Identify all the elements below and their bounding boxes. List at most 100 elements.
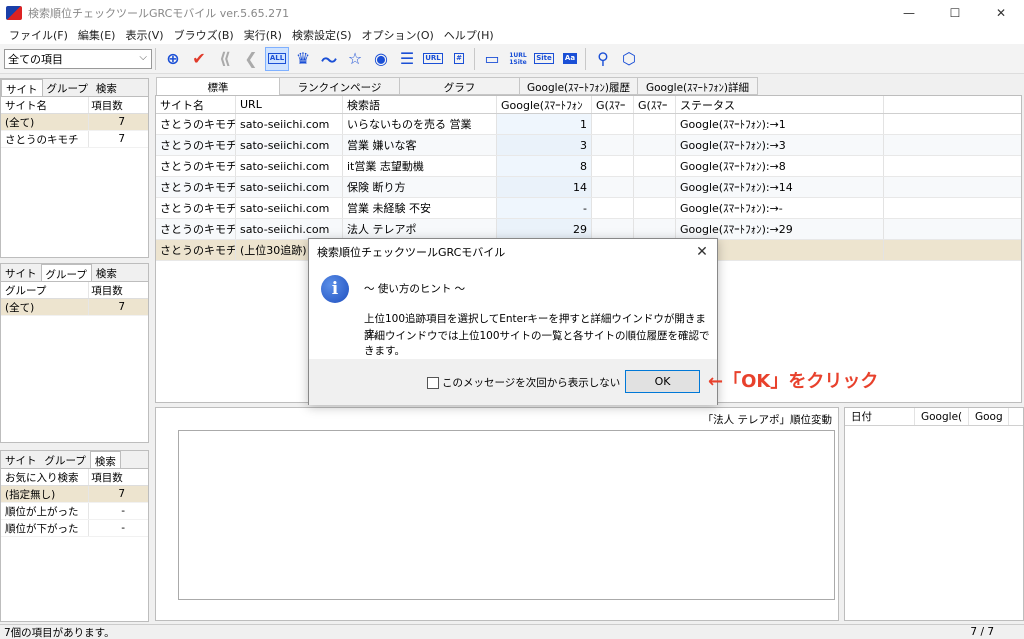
tab-standard[interactable]: 標準 [156,77,280,95]
close-icon[interactable]: ✕ [687,244,717,260]
trend-icon[interactable]: 〜 [317,47,341,71]
column-header[interactable]: サイト名 [1,97,89,113]
list-item[interactable]: (全て) 7 [1,299,148,316]
site-cell: さとうのキモチ [156,177,236,197]
url-cell: sato-seiichi.com [236,219,343,239]
checkbox-label: このメッセージを次回から表示しない [442,377,621,389]
window-icon[interactable]: ▭ [480,47,504,71]
tab-site[interactable]: サイト [1,451,41,468]
zoom-icon[interactable]: ⚲ [591,47,615,71]
search-panel-tabs: サイト グループ 検索 [1,451,148,469]
url-site-icon[interactable]: 1URL 1Site [506,47,530,71]
all-view-icon[interactable]: ALL [265,46,289,71]
table-header: グループ 項目数 [1,282,148,299]
keyword-cell: 営業 未経験 不安 [343,198,497,218]
column-header[interactable]: 検索語 [343,96,497,113]
item-count: - [121,522,125,534]
column-header[interactable]: G(ｽﾏｰ [592,96,634,113]
tab-search[interactable]: 検索 [92,79,121,96]
first-page-icon[interactable]: ⟪ [213,47,237,71]
column-header[interactable]: G(ｽﾏｰ [634,96,676,113]
close-button[interactable]: ✕ [978,0,1024,26]
rank2-cell [592,219,634,239]
menu-options[interactable]: オプション(O) [357,27,439,43]
menu-browse[interactable]: ブラウズ(B) [169,27,239,43]
rank2-cell [592,177,634,197]
list-item[interactable]: 順位が上がった - [1,503,148,520]
column-header[interactable]: 項目数 [89,470,129,485]
column-header[interactable]: サイト名 [156,96,236,113]
tab-google-detail[interactable]: Google(ｽﾏｰﾄﾌｫﾝ)詳細 [638,77,758,95]
table-row[interactable]: さとうのキモチ sato-seiichi.com it営業 志望動機 8 Goo… [156,156,1021,177]
dialog-title-bar: 検索順位チェックツールGRCモバイル ✕ [309,239,717,265]
tab-google-history[interactable]: Google(ｽﾏｰﾄﾌｫﾝ)履歴 [520,77,638,95]
rank-list-icon[interactable]: ☰ [395,47,419,71]
add-icon[interactable]: ⊕ [161,47,185,71]
rank3-cell [634,219,676,239]
url-cell: sato-seiichi.com [236,156,343,176]
tab-group[interactable]: グループ [43,79,92,96]
url-icon[interactable]: URL [421,47,445,71]
dialog-title: 検索順位チェックツールGRCモバイル [317,246,506,259]
column-header[interactable]: ステータス [676,96,884,113]
item-name: 順位が下がった [1,520,89,536]
column-header[interactable]: Goog [969,408,1009,425]
site-icon[interactable]: Site [532,47,556,71]
font-icon[interactable]: Aa [558,47,582,71]
tab-group[interactable]: グループ [40,264,92,281]
column-header[interactable]: Google(ｽﾏｰﾄﾌｫﾝ [497,96,592,113]
history-table: 日付 Google( Goog [844,407,1024,621]
tab-search[interactable]: 検索 [89,451,121,468]
url-cell: sato-seiichi.com [236,114,343,134]
table-row[interactable]: さとうのキモチ sato-seiichi.com 営業 嫌いな客 3 Googl… [156,135,1021,156]
status-cell: Google(ｽﾏｰﾄﾌｫﾝ):→8 [676,156,884,176]
network-icon[interactable]: ⬡ [617,47,641,71]
column-header[interactable]: 項目数 [89,283,129,298]
column-header[interactable]: 日付 [845,408,915,425]
keyword-cell: 法人 テレアポ [343,219,497,239]
column-header[interactable]: お気に入り検索 [1,469,89,485]
menu-edit[interactable]: 編集(E) [73,27,121,43]
table-row[interactable]: さとうのキモチ sato-seiichi.com 保険 断り方 14 Googl… [156,177,1021,198]
menu-help[interactable]: ヘルプ(H) [439,27,499,43]
table-header: サイト名 URL 検索語 Google(ｽﾏｰﾄﾌｫﾝ G(ｽﾏｰ G(ｽﾏｰ … [156,96,1021,114]
column-header[interactable]: URL [236,96,343,113]
tab-group[interactable]: グループ [41,451,90,468]
menu-view[interactable]: 表示(V) [120,27,168,43]
table-row[interactable]: さとうのキモチ sato-seiichi.com 営業 未経験 不安 - Goo… [156,198,1021,219]
rank3-cell [634,114,676,134]
list-item[interactable]: さとうのキモチ 7 [1,131,148,148]
filter-select[interactable]: 全ての項目 ⌵ [4,48,152,69]
tab-site[interactable]: サイト [1,264,41,281]
ok-button[interactable]: OK [625,370,700,393]
list-item[interactable]: (全て) 7 [1,114,148,131]
maximize-button[interactable]: ☐ [932,0,978,26]
menu-file[interactable]: ファイル(F) [4,27,73,43]
column-header[interactable]: グループ [1,282,89,298]
prev-page-icon[interactable]: ❮ [239,47,263,71]
list-item[interactable]: 順位が下がった - [1,520,148,537]
star-icon[interactable]: ☆ [343,47,367,71]
crown-icon[interactable]: ♛ [291,47,315,71]
site-cell: さとうのキモチ [156,135,236,155]
rank2-cell [592,114,634,134]
page-count: 7 / 7 [970,626,994,638]
tab-search[interactable]: 検索 [92,264,121,281]
dont-show-checkbox[interactable]: このメッセージを次回から表示しない [427,375,620,390]
table-row[interactable]: さとうのキモチ sato-seiichi.com いらないものを売る 営業 1 … [156,114,1021,135]
check-icon[interactable]: ✔ [187,47,211,71]
tag-icon[interactable]: # [447,47,471,71]
column-header[interactable]: Google( [915,408,969,425]
tab-rankin-page[interactable]: ランクインページ [280,77,400,95]
minimize-button[interactable]: — [886,0,932,26]
tab-site[interactable]: サイト [1,79,43,96]
checkbox[interactable] [427,376,439,389]
signal-icon[interactable]: ◉ [369,47,393,71]
group-panel: サイト グループ 検索 グループ 項目数 (全て) 7 [0,263,149,443]
list-item[interactable]: (指定無し) 7 [1,486,148,503]
column-header[interactable]: 項目数 [89,98,129,113]
tab-graph[interactable]: グラフ [400,77,520,95]
table-row[interactable]: さとうのキモチ sato-seiichi.com 法人 テレアポ 29 Goog… [156,219,1021,240]
menu-run[interactable]: 実行(R) [239,27,287,43]
menu-search-settings[interactable]: 検索設定(S) [287,27,357,43]
